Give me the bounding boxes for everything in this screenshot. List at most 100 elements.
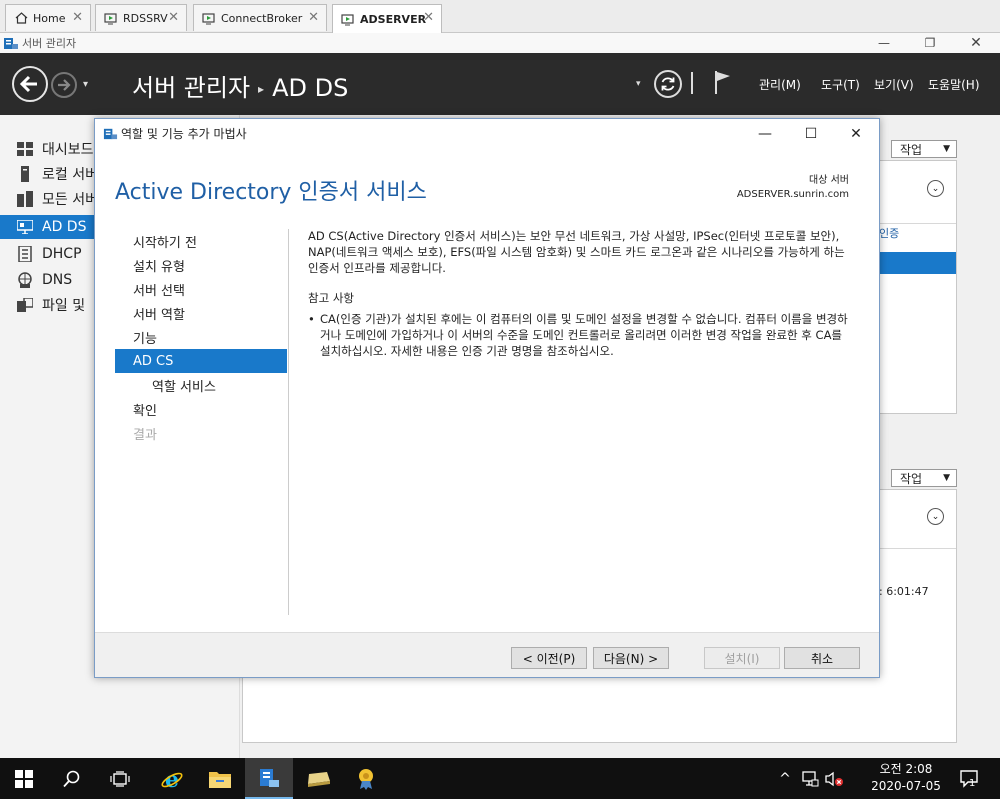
menu-help[interactable]: 도움말(H) [928,76,980,93]
nav-item-label: 로컬 서버 [42,167,98,183]
network-icon[interactable] [798,758,822,799]
server-manager-title-bar: 서버 관리자 — ❐ ✕ [0,33,1000,53]
rdp-tab-label: Home [33,11,66,25]
menu-manage[interactable]: 관리(M) [759,76,801,93]
close-button[interactable]: ✕ [960,33,992,53]
dns-icon [16,272,34,288]
taskbar-file-explorer[interactable] [196,758,244,799]
volume-muted-icon[interactable] [822,758,846,799]
dashboard-icon [16,141,34,157]
maximize-button[interactable]: ☐ [791,123,831,145]
selected-row-fragment[interactable] [879,252,956,274]
task-view-button[interactable] [96,758,144,799]
nav-item-label: DHCP [42,246,82,262]
close-icon[interactable]: ✕ [168,10,179,25]
search-button[interactable] [48,758,96,799]
rdp-tab-home[interactable]: Home ✕ [5,4,91,31]
step-server-selection[interactable]: 서버 선택 [115,277,287,301]
taskbar-internet-explorer[interactable]: e [148,758,196,799]
title-section: AD DS [272,74,349,102]
nav-item-label: AD DS [42,219,87,235]
rdp-tab-rdssrv[interactable]: RDSSRV ✕ [95,4,187,31]
step-installation-type[interactable]: 설치 유형 [115,253,287,277]
server-manager-icon [103,126,118,141]
restore-button[interactable]: ❐ [914,33,946,53]
step-results: 결과 [133,427,157,443]
ad-cs-description: AD CS(Active Directory 인증서 서비스)는 보안 무선 네… [308,229,845,275]
destination-server-name: ADSERVER.sunrin.com [736,189,849,200]
step-features[interactable]: 기능 [115,325,287,349]
taskbar-clock[interactable]: 오전 2:08 2020-07-05 [866,761,946,795]
dhcp-icon [16,246,34,262]
dropdown-arrow-icon: ▼ [943,144,950,154]
menu-tools[interactable]: 도구(T) [821,76,860,93]
arrow-left-icon [19,75,37,93]
nav-item-label: 대시보드 [42,142,94,158]
refresh-button[interactable] [654,70,682,98]
flag-icon [715,71,730,94]
previous-button[interactable]: < 이전(P) [511,647,587,669]
title-separator: ▸ [258,82,265,96]
tasks-label: 작업 [900,471,923,486]
tasks-dropdown-button[interactable]: 작업 ▼ [891,140,957,158]
taskbar-drive[interactable] [294,758,342,799]
file-explorer-icon [209,771,231,788]
close-icon[interactable]: ✕ [72,10,83,25]
server-manager-icon [3,35,19,51]
step-confirmation[interactable]: 확인 [115,397,287,421]
taskbar-server-manager[interactable] [245,758,293,799]
taskbar-certificate-authority[interactable] [342,758,390,799]
title-root: 서버 관리자 [132,74,251,102]
cancel-button[interactable]: 취소 [784,647,860,669]
clock-time: 오전 2:08 [879,762,933,776]
next-button[interactable]: 다음(N) > [593,647,669,669]
step-role-services[interactable]: 역할 서비스 [115,373,287,397]
all-servers-icon [16,191,34,207]
show-hidden-icons-button[interactable]: ^ [775,758,795,799]
nav-item-label: 모든 서버 [42,192,98,208]
step-ad-cs[interactable]: AD CS [115,349,287,373]
link-fragment[interactable]: 인증 [879,225,899,241]
step-before-you-begin[interactable]: 시작하기 전 [115,229,287,253]
menu-view[interactable]: 보기(V) [874,76,914,93]
remote-desktop-icon [341,12,355,26]
steps-divider [288,229,289,615]
minimize-button[interactable]: — [745,123,785,145]
refresh-icon [661,77,675,91]
home-icon [14,11,28,25]
expand-chevron-icon[interactable]: ⌄ [927,508,944,525]
rdp-tab-adserver[interactable]: ADSERVER ✕ [332,4,442,33]
wizard-content: AD CS(Active Directory 인증서 서비스)는 보안 무선 네… [308,228,853,359]
rdp-tab-label: ConnectBroker [221,11,303,25]
window-title: 서버 관리자 [22,37,77,50]
minimize-button[interactable]: — [868,33,900,53]
action-center-button[interactable]: 1 [956,758,984,799]
timestamp-value: 6:01:47 [886,585,929,598]
tasks-label: 작업 [900,142,923,157]
add-roles-wizard-dialog: 역할 및 기능 추가 마법사 — ☐ ✕ Active Directory 인증… [94,118,880,678]
dropdown-arrow-icon: ▼ [943,473,950,483]
rdp-tab-connectbroker[interactable]: ConnectBroker ✕ [193,4,327,31]
start-button[interactable] [0,758,48,799]
back-button[interactable] [12,66,48,102]
destination-label: 대상 서버 [809,175,849,186]
drive-icon [308,771,330,787]
server-manager-icon [260,768,279,787]
close-icon[interactable]: ✕ [308,10,319,25]
forward-button[interactable] [51,72,77,98]
nav-item-label: 파일 및 [42,298,86,314]
certificate-icon [359,768,373,790]
history-dropdown[interactable]: ▾ [83,79,88,90]
rdp-tab-label: RDSSRV [123,11,168,25]
notifications-flag[interactable] [713,69,733,95]
expand-chevron-icon[interactable]: ⌄ [927,180,944,197]
step-server-roles[interactable]: 서버 역할 [115,301,287,325]
local-server-icon [16,166,34,182]
search-icon [63,770,80,787]
remote-desktop-icon [104,11,118,25]
close-icon[interactable]: ✕ [423,10,434,25]
tasks-dropdown-button[interactable]: 작업 ▼ [891,469,957,487]
close-button[interactable]: ✕ [836,123,876,145]
header-divider [691,72,693,94]
refresh-dropdown[interactable]: ▾ [636,79,641,89]
